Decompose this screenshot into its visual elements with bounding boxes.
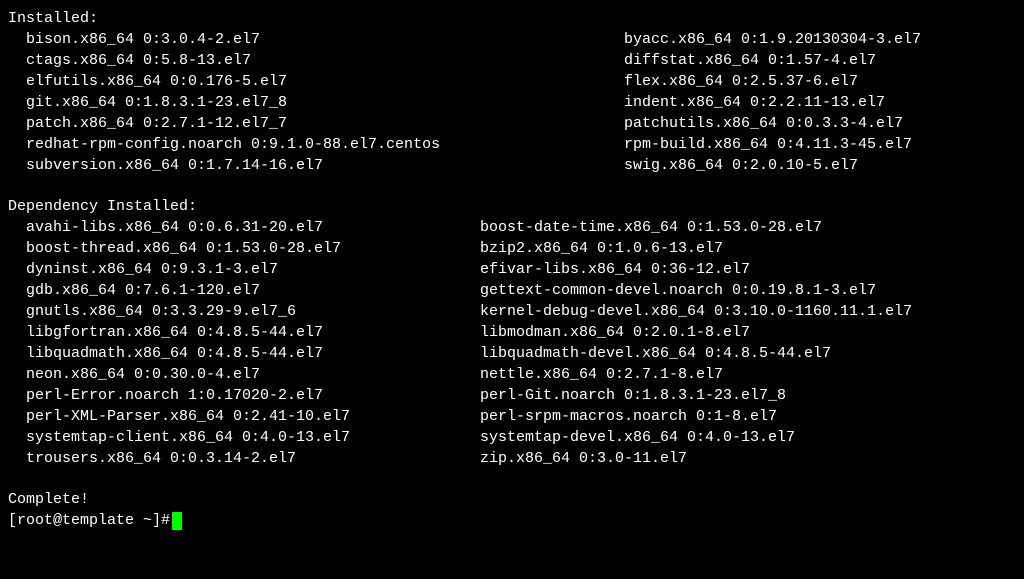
package-item: efivar-libs.x86_64 0:36-12.el7	[480, 259, 1000, 280]
package-item: perl-Error.noarch 1:0.17020-2.el7	[26, 385, 480, 406]
dependency-list: avahi-libs.x86_64 0:0.6.31-20.el7boost-d…	[8, 217, 1016, 469]
package-item: zip.x86_64 0:3.0-11.el7	[480, 448, 1000, 469]
cursor-icon	[172, 512, 182, 530]
installed-heading: Installed:	[8, 8, 1016, 29]
package-item: rpm-build.x86_64 0:4.11.3-45.el7	[624, 134, 1004, 155]
package-item: gdb.x86_64 0:7.6.1-120.el7	[26, 280, 480, 301]
package-item: redhat-rpm-config.noarch 0:9.1.0-88.el7.…	[26, 134, 624, 155]
package-item: perl-srpm-macros.noarch 0:1-8.el7	[480, 406, 1000, 427]
package-item: libquadmath.x86_64 0:4.8.5-44.el7	[26, 343, 480, 364]
dependency-heading: Dependency Installed:	[8, 196, 1016, 217]
package-item: systemtap-devel.x86_64 0:4.0-13.el7	[480, 427, 1000, 448]
package-item: systemtap-client.x86_64 0:4.0-13.el7	[26, 427, 480, 448]
package-item: subversion.x86_64 0:1.7.14-16.el7	[26, 155, 624, 176]
package-item: byacc.x86_64 0:1.9.20130304-3.el7	[624, 29, 1004, 50]
package-item: gnutls.x86_64 0:3.3.29-9.el7_6	[26, 301, 480, 322]
package-item: bzip2.x86_64 0:1.0.6-13.el7	[480, 238, 1000, 259]
package-item: libgfortran.x86_64 0:4.8.5-44.el7	[26, 322, 480, 343]
package-item: perl-Git.noarch 0:1.8.3.1-23.el7_8	[480, 385, 1000, 406]
package-item: libmodman.x86_64 0:2.0.1-8.el7	[480, 322, 1000, 343]
package-item: perl-XML-Parser.x86_64 0:2.41-10.el7	[26, 406, 480, 427]
package-item: flex.x86_64 0:2.5.37-6.el7	[624, 71, 1004, 92]
package-item: boost-thread.x86_64 0:1.53.0-28.el7	[26, 238, 480, 259]
package-item: avahi-libs.x86_64 0:0.6.31-20.el7	[26, 217, 480, 238]
package-item: patchutils.x86_64 0:0.3.3-4.el7	[624, 113, 1004, 134]
package-item: boost-date-time.x86_64 0:1.53.0-28.el7	[480, 217, 1000, 238]
package-item: ctags.x86_64 0:5.8-13.el7	[26, 50, 624, 71]
package-item: swig.x86_64 0:2.0.10-5.el7	[624, 155, 1004, 176]
package-item: indent.x86_64 0:2.2.11-13.el7	[624, 92, 1004, 113]
package-item: trousers.x86_64 0:0.3.14-2.el7	[26, 448, 480, 469]
package-item: bison.x86_64 0:3.0.4-2.el7	[26, 29, 624, 50]
package-item: dyninst.x86_64 0:9.3.1-3.el7	[26, 259, 480, 280]
complete-message: Complete!	[8, 489, 1016, 510]
shell-prompt[interactable]: [root@template ~]#	[8, 510, 1016, 531]
package-item: diffstat.x86_64 0:1.57-4.el7	[624, 50, 1004, 71]
package-item: kernel-debug-devel.x86_64 0:3.10.0-1160.…	[480, 301, 1000, 322]
package-item: patch.x86_64 0:2.7.1-12.el7_7	[26, 113, 624, 134]
package-item: neon.x86_64 0:0.30.0-4.el7	[26, 364, 480, 385]
prompt-text: [root@template ~]#	[8, 510, 170, 531]
package-item: elfutils.x86_64 0:0.176-5.el7	[26, 71, 624, 92]
package-item: libquadmath-devel.x86_64 0:4.8.5-44.el7	[480, 343, 1000, 364]
package-item: git.x86_64 0:1.8.3.1-23.el7_8	[26, 92, 624, 113]
package-item: gettext-common-devel.noarch 0:0.19.8.1-3…	[480, 280, 1000, 301]
package-item: nettle.x86_64 0:2.7.1-8.el7	[480, 364, 1000, 385]
installed-list: bison.x86_64 0:3.0.4-2.el7byacc.x86_64 0…	[8, 29, 1016, 176]
